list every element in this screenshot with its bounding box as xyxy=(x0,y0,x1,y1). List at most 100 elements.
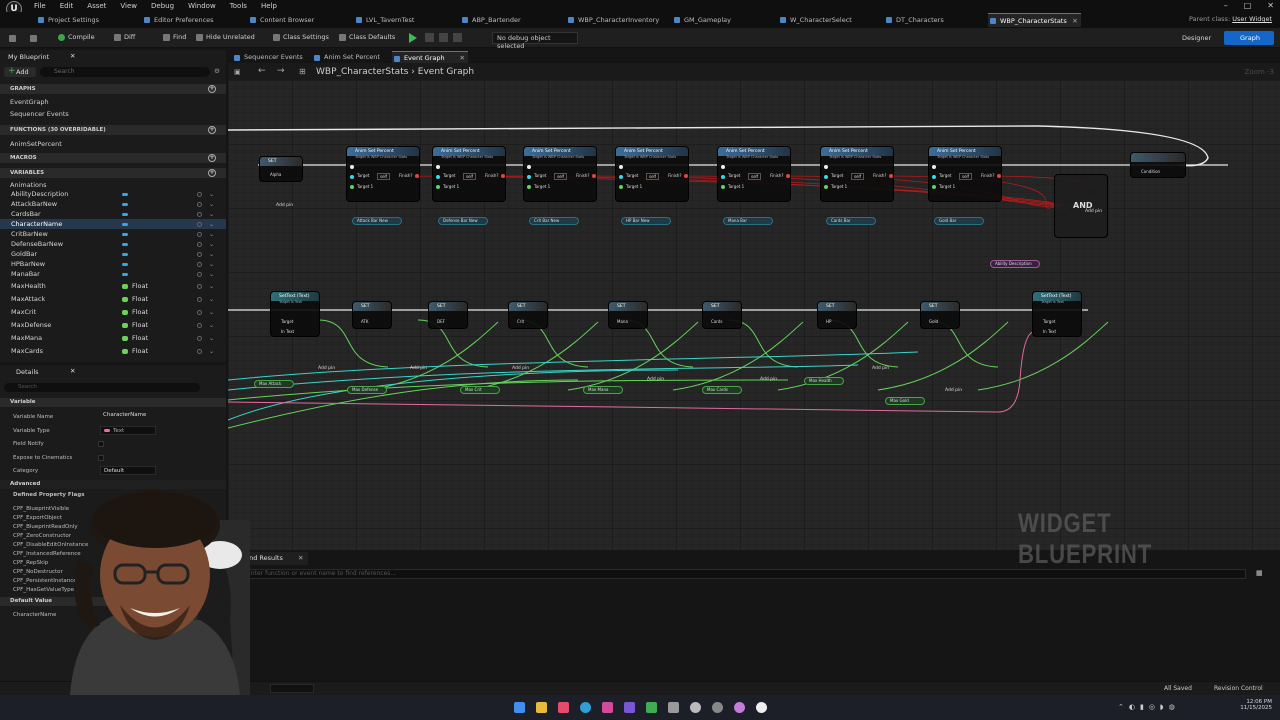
node-pin[interactable] xyxy=(436,165,440,169)
graph-item-eventgraph[interactable]: EventGraph xyxy=(0,97,226,107)
menu-help[interactable]: Help xyxy=(261,2,277,10)
add-pin-button[interactable]: Add pin xyxy=(318,366,335,371)
play-icon[interactable] xyxy=(409,33,417,43)
tab-editor-preferences[interactable]: Editor Preferences xyxy=(142,13,214,27)
menu-tools[interactable]: Tools xyxy=(230,2,247,10)
set-node[interactable]: SET HP xyxy=(817,301,857,329)
add-macro-icon[interactable]: + xyxy=(208,154,216,162)
chevron-down-icon[interactable]: ⌄ xyxy=(209,347,214,357)
node-pin[interactable] xyxy=(350,185,354,189)
tab-w-characterselect[interactable]: W_CharacterSelect xyxy=(778,13,852,27)
menu-file[interactable]: File xyxy=(34,2,46,10)
anim-set-percent-node[interactable]: Anim Set Percent Target is WBP Character … xyxy=(346,146,420,202)
add-pin-button[interactable]: Add pin xyxy=(760,377,777,382)
macros-section[interactable]: MACROS + xyxy=(0,153,226,163)
close-panel-icon[interactable]: ✕ xyxy=(70,52,75,60)
visibility-eye-icon[interactable] xyxy=(197,349,202,354)
variable-type-select[interactable]: Text xyxy=(100,426,156,435)
anim-set-percent-node[interactable]: Anim Set Percent Target is WBP Character … xyxy=(615,146,689,202)
node-pin[interactable] xyxy=(619,165,623,169)
add-pin-button[interactable]: Add pin xyxy=(647,377,664,382)
graph-home-icon[interactable]: ▣ xyxy=(234,68,241,76)
diff-button[interactable]: Diff xyxy=(114,33,135,41)
menu-view[interactable]: View xyxy=(120,2,137,10)
maximize-icon[interactable]: □ xyxy=(1244,1,1252,10)
tab-wbp-characterinventory[interactable]: WBP_CharacterInventory xyxy=(566,13,659,27)
node-pin[interactable] xyxy=(527,185,531,189)
system-tray-icons[interactable]: ⌃◐▮◎◗◍ xyxy=(1118,703,1180,711)
graph-item-sequencer-events[interactable]: Sequencer Events xyxy=(0,109,226,119)
ability-description-getter[interactable]: Ability Description xyxy=(990,260,1040,268)
anim-var-getter[interactable]: Cards Bar xyxy=(826,217,876,225)
max-var-getter[interactable]: Max Crit xyxy=(460,386,500,394)
chevron-down-icon[interactable]: ⌄ xyxy=(209,282,214,292)
variable-item-attackbarnew[interactable]: AttackBarNew ⌄ xyxy=(0,199,226,209)
variable-category-header[interactable]: Variable xyxy=(0,398,226,407)
find-button[interactable]: Find xyxy=(163,33,186,41)
close-details-icon[interactable]: ✕ xyxy=(70,367,75,375)
visibility-eye-icon[interactable] xyxy=(197,310,202,315)
store-app-icon[interactable] xyxy=(624,702,635,713)
map-app-icon[interactable] xyxy=(602,702,613,713)
close-tab-icon[interactable]: ✕ xyxy=(1072,14,1077,28)
node-pin[interactable] xyxy=(824,175,828,179)
add-variable-icon[interactable]: + xyxy=(208,169,216,177)
add-pin-button[interactable]: Add pin xyxy=(872,366,889,371)
max-var-getter[interactable]: Max Cards xyxy=(702,386,742,394)
set-node[interactable]: SET DEF xyxy=(428,301,468,329)
node-pin[interactable] xyxy=(350,165,354,169)
max-var-getter[interactable]: Max Defense xyxy=(347,386,387,394)
menu-edit[interactable]: Edit xyxy=(60,2,74,10)
variable-item-maxcrit[interactable]: MaxCrit Float ⌄ xyxy=(0,307,226,317)
breadcrumb-root[interactable]: WBP_CharacterStats xyxy=(316,67,408,77)
visibility-eye-icon[interactable] xyxy=(197,192,202,197)
pause-icon[interactable] xyxy=(439,33,448,42)
visibility-eye-icon[interactable] xyxy=(197,222,202,227)
step-icon[interactable] xyxy=(425,33,434,42)
menu-window[interactable]: Window xyxy=(188,2,216,10)
add-pin-button[interactable]: Add pin xyxy=(276,203,293,208)
node-pin[interactable] xyxy=(889,174,893,178)
node-pin[interactable] xyxy=(997,174,1001,178)
music-app-icon[interactable] xyxy=(558,702,569,713)
visibility-eye-icon[interactable] xyxy=(197,232,202,237)
tab-sequencer-events[interactable]: Sequencer Events xyxy=(232,51,303,63)
anim-var-getter[interactable]: Attack Bar New xyxy=(352,217,402,225)
back-arrow-icon[interactable]: ← xyxy=(258,66,266,76)
visibility-eye-icon[interactable] xyxy=(197,272,202,277)
variable-name-field[interactable]: CharacterName xyxy=(100,411,170,420)
anim-var-getter[interactable]: Crit Bar New xyxy=(529,217,579,225)
node-pin[interactable] xyxy=(592,174,596,178)
tab-wbp-characterstats[interactable]: WBP_CharacterStats ✕ xyxy=(988,13,1081,27)
edge-browser-icon[interactable] xyxy=(580,702,591,713)
chevron-down-icon[interactable]: ⌄ xyxy=(209,321,214,331)
visibility-eye-icon[interactable] xyxy=(197,284,202,289)
node-pin[interactable] xyxy=(786,174,790,178)
visibility-eye-icon[interactable] xyxy=(197,212,202,217)
variable-item-maxdefense[interactable]: MaxDefense Float ⌄ xyxy=(0,320,226,330)
node-pin[interactable] xyxy=(350,175,354,179)
discord-app-icon[interactable] xyxy=(668,702,679,713)
node-pin[interactable] xyxy=(415,174,419,178)
designer-button[interactable]: Designer xyxy=(1168,31,1218,45)
visibility-eye-icon[interactable] xyxy=(197,323,202,328)
revision-control-status[interactable]: Revision Control xyxy=(1214,685,1263,692)
node-pin[interactable] xyxy=(721,165,725,169)
add-pin-button[interactable]: Add pin xyxy=(512,366,529,371)
chevron-down-icon[interactable]: ⌄ xyxy=(209,308,214,318)
unreal-taskbar-icon[interactable] xyxy=(756,702,767,713)
variable-item-charactername[interactable]: CharacterName ⌄ xyxy=(0,219,226,229)
compile-button[interactable]: Compile xyxy=(58,33,95,41)
visibility-eye-icon[interactable] xyxy=(197,252,202,257)
node-pin[interactable] xyxy=(824,185,828,189)
tab-dt-characters[interactable]: DT_Characters xyxy=(884,13,944,27)
windows-start-icon[interactable] xyxy=(514,702,525,713)
graph-button[interactable]: Graph xyxy=(1224,31,1274,45)
anim-var-getter[interactable]: Defense Bar New xyxy=(438,217,488,225)
settext-node[interactable]: SetText (Text) Target is Text Target In Tex… xyxy=(1032,291,1082,337)
visibility-eye-icon[interactable] xyxy=(197,242,202,247)
node-pin[interactable] xyxy=(721,185,725,189)
expose-cinematics-checkbox[interactable] xyxy=(98,455,104,461)
forward-arrow-icon[interactable]: → xyxy=(277,66,285,76)
variable-item-maxcards[interactable]: MaxCards Float ⌄ xyxy=(0,346,226,356)
